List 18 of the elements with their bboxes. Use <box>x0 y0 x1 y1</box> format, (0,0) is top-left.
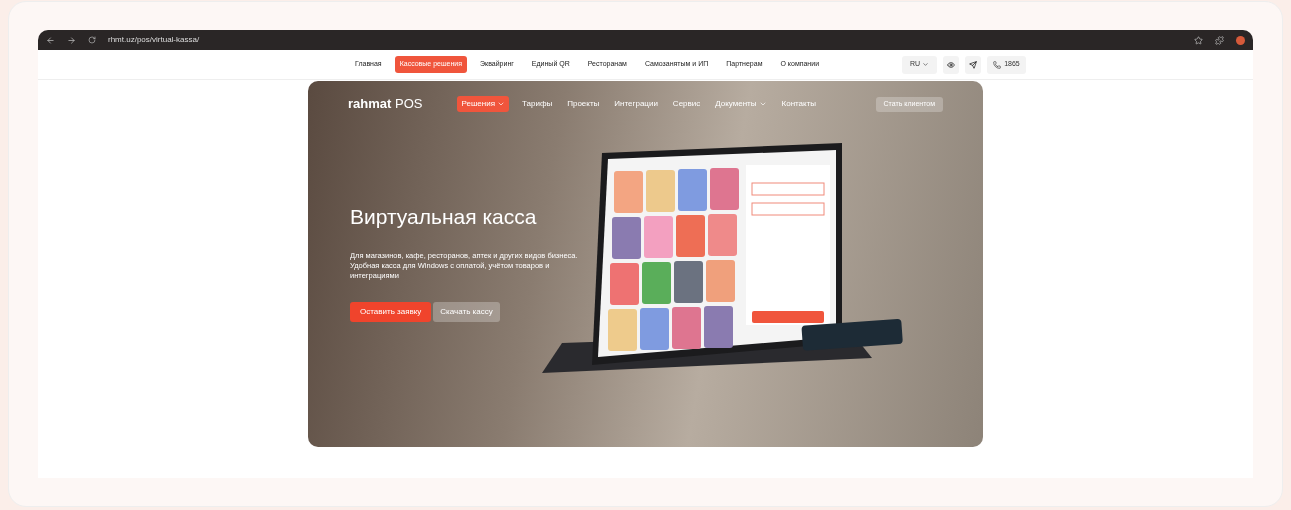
hero-button[interactable]: Оставить заявку <box>350 301 432 322</box>
extensions-icon[interactable] <box>1215 35 1224 45</box>
reload-icon[interactable] <box>88 36 96 44</box>
send-button[interactable] <box>965 55 982 74</box>
eye-button[interactable] <box>943 55 960 74</box>
hero-title: Виртуальная касса <box>350 204 538 230</box>
phone-icon <box>993 60 1002 69</box>
logo[interactable]: rahmat POS <box>348 94 423 114</box>
profile-icon[interactable] <box>1236 35 1245 45</box>
star-icon[interactable] <box>1194 35 1203 45</box>
forward-icon[interactable] <box>67 35 76 45</box>
eye-icon <box>947 60 956 69</box>
caret-icon <box>922 61 930 68</box>
send-icon <box>969 60 978 69</box>
menu-link[interactable]: Проекты <box>565 96 602 112</box>
url-field[interactable]: rhmt.uz/pos/virtual-kassa/ <box>108 34 200 46</box>
menu-link[interactable]: Тарифы <box>520 96 555 112</box>
back-icon[interactable] <box>46 35 55 45</box>
